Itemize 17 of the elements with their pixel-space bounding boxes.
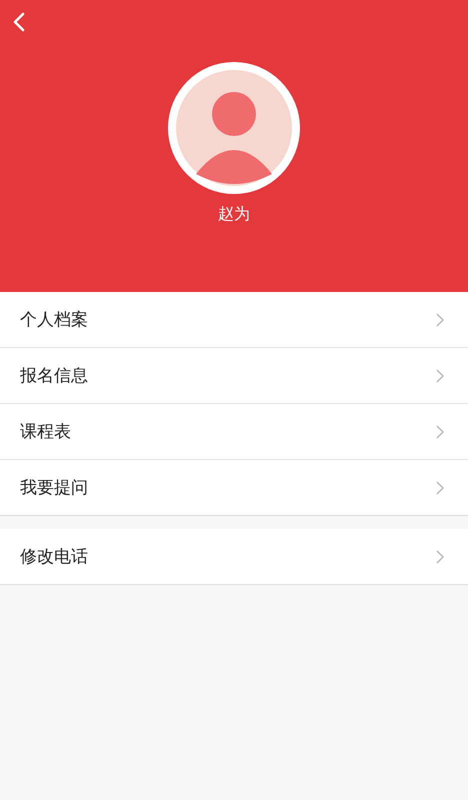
chevron-icon xyxy=(436,368,444,382)
menu-item[interactable]: 修改电话 xyxy=(0,529,468,584)
menu-item[interactable]: 个人档案 xyxy=(0,292,468,348)
menu-label: 我要提问 xyxy=(20,477,88,499)
chevron-icon xyxy=(436,312,444,326)
menu-label: 个人档案 xyxy=(20,309,88,331)
user-name: 赵为 xyxy=(218,204,250,225)
menu-label: 课程表 xyxy=(20,421,71,443)
menu-item[interactable]: 报名信息 xyxy=(0,348,468,404)
menu-label: 修改电话 xyxy=(20,546,88,568)
menu-label: 报名信息 xyxy=(20,365,88,387)
chevron-icon xyxy=(436,550,444,564)
menu-item[interactable]: 我要提问 xyxy=(0,460,468,515)
chevron-icon xyxy=(436,480,444,494)
chevron-icon xyxy=(436,424,444,438)
back-icon xyxy=(12,12,26,32)
menu-item[interactable]: 课程表 xyxy=(0,404,468,460)
